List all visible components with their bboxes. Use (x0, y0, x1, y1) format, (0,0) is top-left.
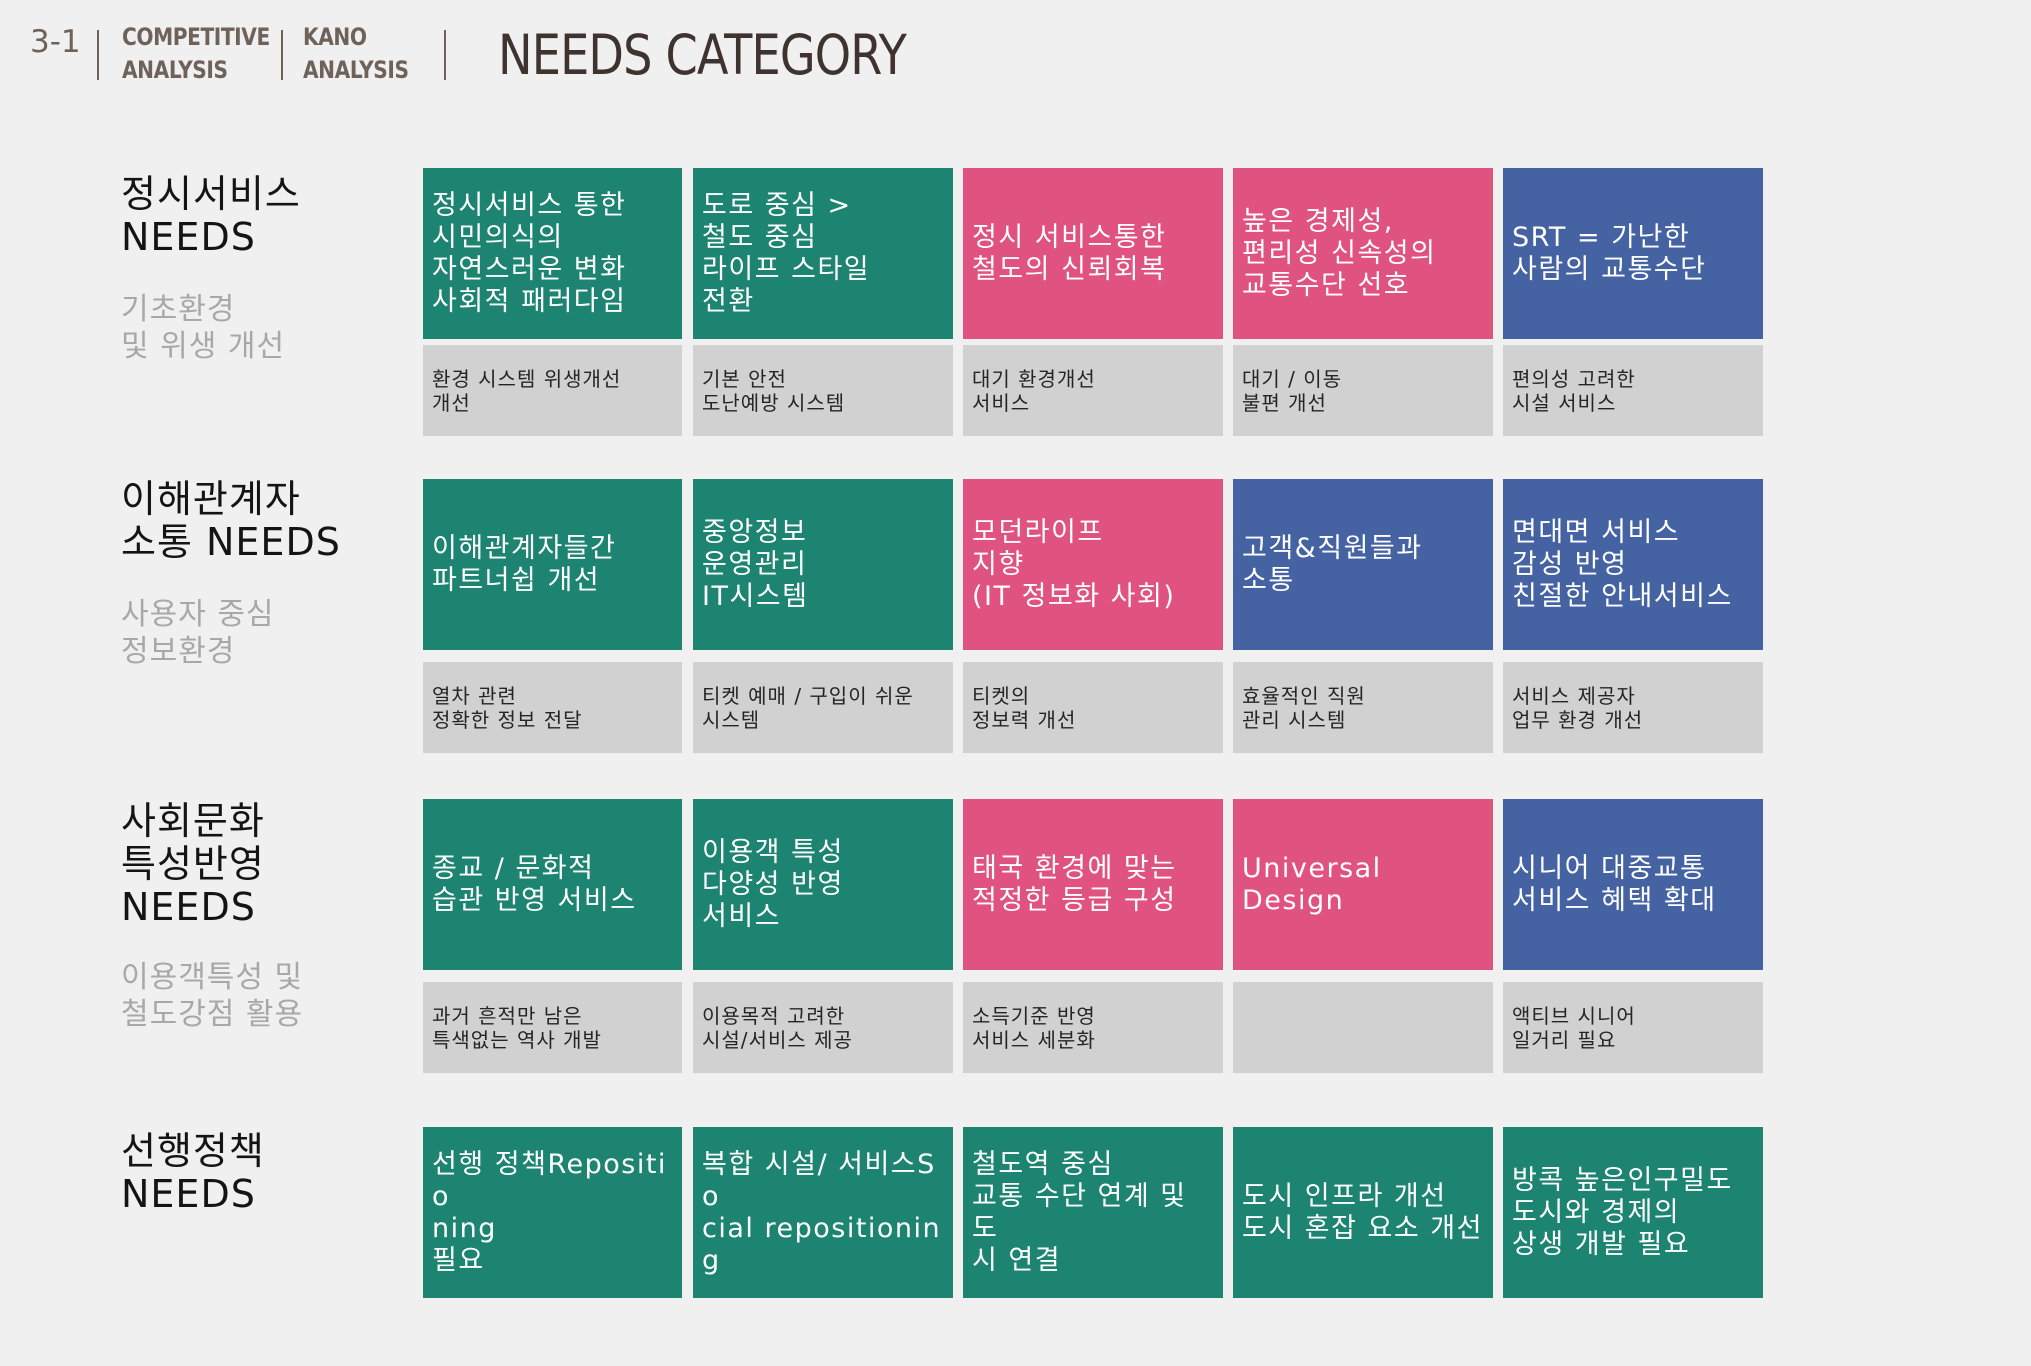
nav-competitive-line2: ANALYSIS (122, 56, 228, 84)
row-label-sociocultural: 사회문화 특성반영 NEEDS 이용객특성 및 철도강점 활용 (121, 800, 303, 1033)
needs-cell: 시니어 대중교통 서비스 혜택 확대 (1503, 799, 1763, 970)
row-title: 이해관계자 소통 NEEDS (121, 477, 341, 564)
sub-needs-cell: 이용목적 고려한 시설/서비스 제공 (693, 982, 953, 1073)
sub-needs-cell: 티켓의 정보력 개선 (963, 662, 1223, 753)
section-number: 3-1 (30, 24, 81, 60)
sub-needs-cell: 열차 관련 정확한 정보 전달 (423, 662, 682, 753)
sub-needs-cell: 소득기준 반영 서비스 세분화 (963, 982, 1223, 1073)
nav-kano-line1: KANO (303, 23, 367, 51)
needs-cell: 복합 시설/ 서비스So cial repositioning (693, 1127, 953, 1298)
sub-needs-cell: 대기 환경개선 서비스 (963, 345, 1223, 436)
sub-needs-cell: 티켓 예매 / 구입이 쉬운 시스템 (693, 662, 953, 753)
header-divider (97, 30, 99, 80)
header-divider (281, 30, 283, 80)
row-title: 정시서비스 NEEDS (121, 172, 301, 259)
row-label-policy: 선행정책 NEEDS (121, 1130, 265, 1216)
page-title: NEEDS CATEGORY (498, 23, 907, 87)
needs-cell: 면대면 서비스 감성 반영 친절한 안내서비스 (1503, 479, 1763, 650)
nav-competitive-line1: COMPETITIVE (122, 23, 270, 51)
sub-needs-cell: 기본 안전 도난예방 시스템 (693, 345, 953, 436)
sub-needs-cell: 편의성 고려한 시설 서비스 (1503, 345, 1763, 436)
needs-cell: 방콕 높은인구밀도 도시와 경제의 상생 개발 필요 (1503, 1127, 1763, 1298)
needs-cell: 높은 경제성, 편리성 신속성의 교통수단 선호 (1233, 168, 1493, 339)
sub-needs-cell-empty (1233, 982, 1493, 1073)
sub-needs-cell: 효율적인 직원 관리 시스템 (1233, 662, 1493, 753)
needs-cell: Universal Design (1233, 799, 1493, 970)
row-title: 사회문화 특성반영 NEEDS (121, 799, 265, 929)
needs-cell: 정시 서비스통한 철도의 신뢰회복 (963, 168, 1223, 339)
sub-needs-cell: 대기 / 이동 불편 개선 (1233, 345, 1493, 436)
row-subtitle: 이용객특성 및 철도강점 활용 (121, 960, 304, 1032)
needs-cell: 도시 인프라 개선 도시 혼잡 요소 개선 (1233, 1127, 1493, 1298)
needs-cell: 도로 중심 > 철도 중심 라이프 스타일 전환 (693, 168, 953, 339)
needs-cell: 중앙정보 운영관리 IT시스템 (693, 479, 953, 650)
sub-needs-cell: 서비스 제공자 업무 환경 개선 (1503, 662, 1763, 753)
needs-cell: 종교 / 문화적 습관 반영 서비스 (423, 799, 682, 970)
needs-cell: 태국 환경에 맞는 적정한 등급 구성 (963, 799, 1223, 970)
nav-kano-line2: ANALYSIS (303, 56, 409, 84)
needs-cell: 이해관계자들간 파트너쉽 개선 (423, 479, 682, 650)
needs-cell: 고객&직원들과 소통 (1233, 479, 1493, 650)
needs-cell: 철도역 중심 교통 수단 연계 및 도 시 연결 (963, 1127, 1223, 1298)
row-title: 선행정책 NEEDS (121, 1129, 265, 1216)
needs-cell: 모던라이프 지향 (IT 정보화 사회) (963, 479, 1223, 650)
needs-cell: SRT = 가난한 사람의 교통수단 (1503, 168, 1763, 339)
sub-needs-cell: 환경 시스템 위생개선 개선 (423, 345, 682, 436)
needs-cell: 선행 정책Repositio ning 필요 (423, 1127, 682, 1298)
row-label-stakeholder: 이해관계자 소통 NEEDS 사용자 중심 정보환경 (121, 478, 341, 670)
header-divider (444, 30, 446, 80)
row-subtitle: 기초환경 및 위생 개선 (121, 292, 286, 364)
row-label-schedule: 정시서비스 NEEDS 기초환경 및 위생 개선 (121, 173, 301, 365)
nav-kano-analysis[interactable]: KANO ANALYSIS (303, 21, 409, 87)
needs-cell: 정시서비스 통한 시민의식의 자연스러운 변화 사회적 패러다임 (423, 168, 682, 339)
sub-needs-cell: 과거 흔적만 남은 특색없는 역사 개발 (423, 982, 682, 1073)
needs-cell: 이용객 특성 다양성 반영 서비스 (693, 799, 953, 970)
row-subtitle: 사용자 중심 정보환경 (121, 597, 275, 669)
sub-needs-cell: 액티브 시니어 일거리 필요 (1503, 982, 1763, 1073)
nav-competitive-analysis[interactable]: COMPETITIVE ANALYSIS (122, 21, 270, 87)
